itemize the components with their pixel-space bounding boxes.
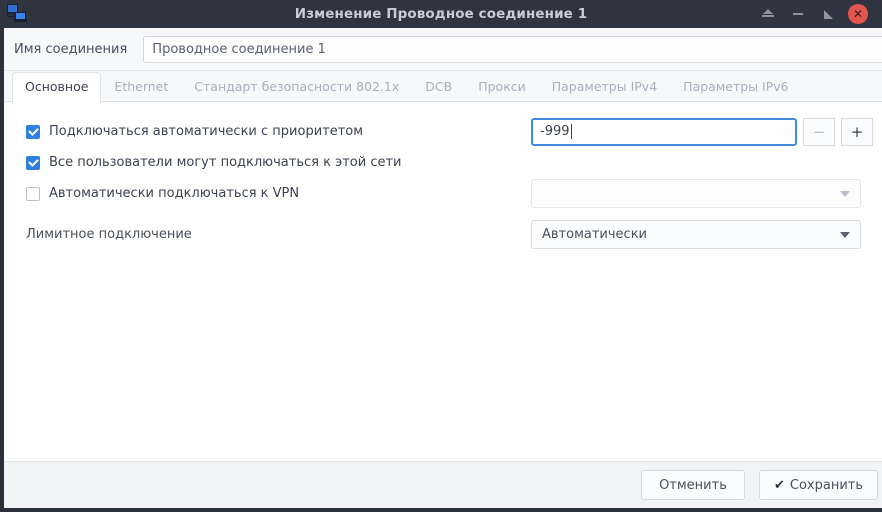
all-users-row: Все пользователи могут подключаться к эт… [26, 147, 873, 178]
close-icon: ✕ [848, 4, 868, 24]
tab-proxy[interactable]: Прокси [465, 72, 539, 102]
close-button[interactable]: ✕ [844, 1, 872, 27]
auto-vpn-checkbox[interactable] [26, 186, 40, 201]
tab-802-1x-security[interactable]: Стандарт безопасности 802.1x [181, 72, 412, 102]
metered-row: Лимитное подключение Автоматически [26, 219, 873, 250]
tab-dcb[interactable]: DCB [412, 72, 465, 102]
chevron-down-icon [840, 231, 850, 238]
priority-value: -999 [540, 124, 570, 139]
window-title: Изменение Проводное соединение 1 [294, 6, 588, 22]
network-connection-icon [6, 4, 28, 24]
save-button-label: Сохранить [789, 477, 863, 493]
tab-general[interactable]: Основное [12, 72, 102, 102]
dialog-content: Имя соединения Основное Ethernet Стандар… [4, 28, 882, 508]
auto-vpn-row: Автоматически подключаться к VPN [26, 178, 873, 209]
general-tab-panel: Подключаться автоматически с приоритетом… [4, 102, 882, 461]
window-controls: ✕ [754, 0, 882, 28]
metered-select-value: Автоматически [542, 227, 648, 242]
auto-vpn-checkbox-group[interactable]: Автоматически подключаться к VPN [26, 186, 531, 201]
vpn-select[interactable] [531, 179, 861, 208]
metered-select[interactable]: Автоматически [531, 220, 861, 249]
autoconnect-label: Подключаться автоматически с приоритетом [49, 124, 364, 139]
autoconnect-checkbox[interactable] [26, 124, 40, 139]
tab-ethernet[interactable]: Ethernet [101, 72, 181, 102]
dialog-action-bar: Отменить ✔ Сохранить [4, 461, 882, 508]
metered-label: Лимитное подключение [26, 227, 192, 242]
autoconnect-row: Подключаться автоматически с приоритетом… [26, 116, 873, 147]
window-body: Имя соединения Основное Ethernet Стандар… [0, 28, 882, 512]
shade-icon[interactable] [754, 1, 782, 27]
all-users-checkbox-group[interactable]: Все пользователи могут подключаться к эт… [26, 155, 531, 170]
autoconnect-checkbox-group[interactable]: Подключаться автоматически с приоритетом [26, 124, 531, 139]
check-icon: ✔ [773, 477, 785, 493]
chevron-down-icon [840, 190, 850, 197]
auto-vpn-label: Автоматически подключаться к VPN [49, 186, 300, 201]
connection-name-input[interactable] [143, 36, 882, 63]
all-users-label: Все пользователи могут подключаться к эт… [49, 155, 402, 170]
priority-input[interactable]: -999 [531, 117, 797, 146]
titlebar[interactable]: Изменение Проводное соединение 1 ✕ [0, 0, 882, 28]
all-users-checkbox[interactable] [26, 155, 40, 170]
text-caret [570, 124, 572, 139]
priority-decrement-button[interactable]: − [803, 117, 835, 146]
priority-increment-button[interactable]: + [841, 117, 873, 146]
priority-spinner-group: -999 − + [531, 117, 873, 146]
minimize-icon[interactable] [784, 1, 812, 27]
tab-ipv6-settings[interactable]: Параметры IPv6 [670, 72, 801, 102]
cancel-button[interactable]: Отменить [640, 470, 745, 500]
tab-ipv4-settings[interactable]: Параметры IPv4 [539, 72, 670, 102]
maximize-icon[interactable] [814, 1, 842, 27]
connection-name-label: Имя соединения [14, 42, 128, 57]
connection-editor-window: Изменение Проводное соединение 1 ✕ Имя с… [0, 0, 882, 512]
save-button[interactable]: ✔ Сохранить [758, 470, 878, 500]
connection-name-row: Имя соединения [4, 28, 882, 71]
tab-bar: Основное Ethernet Стандарт безопасности … [4, 71, 882, 102]
